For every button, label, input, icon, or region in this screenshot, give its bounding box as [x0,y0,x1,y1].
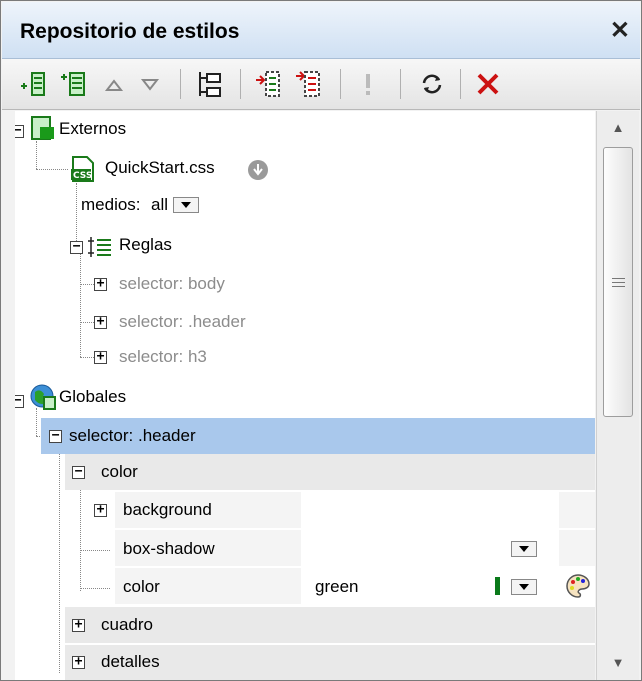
rules-icon [88,237,111,257]
insert-rule-icon[interactable] [292,68,324,100]
collapse-all-icon[interactable] [194,68,226,100]
scrollbar-thumb[interactable]: — — — [603,147,633,417]
tree-connector [36,169,68,170]
tree-connector [80,357,94,358]
color-property-label[interactable]: color [123,577,160,597]
detalles-group-label[interactable]: detalles [101,652,160,672]
color-group-label[interactable]: color [101,462,138,482]
globales-label[interactable]: Globales [59,387,126,407]
medios-label: medios: [81,195,141,214]
collapse-global-selector-toggle[interactable]: − [49,429,62,443]
property-action-cell [559,492,595,528]
tree-connector [80,588,110,589]
expand-selector-header-toggle[interactable]: + [94,315,107,329]
medios-value[interactable]: all [151,195,168,215]
tree-connector [80,485,81,591]
externos-label[interactable]: Externos [59,119,126,139]
expand-background-toggle[interactable]: + [94,503,107,517]
color-value-dropdown[interactable] [511,579,537,595]
css-file-icon: CSS [71,156,94,182]
toolbar-separator [240,69,241,99]
collapse-externos-toggle[interactable]: − [15,124,24,138]
tree-connector [36,408,37,436]
selector-h3-label[interactable]: selector: h3 [119,347,207,367]
reglas-label[interactable]: Reglas [119,235,172,255]
color-group-row[interactable] [65,454,595,490]
add-stylesheet-icon[interactable] [18,68,50,100]
panel-titlebar: Repositorio de estilos ✕ [2,2,640,59]
scroll-up-arrow-icon[interactable]: ▲ [597,115,639,141]
panel-title: Repositorio de estilos [20,20,240,43]
expand-selector-body-toggle[interactable]: + [94,277,107,291]
tree-connector [80,284,94,285]
tree-connector [76,183,77,245]
box-shadow-dropdown[interactable] [511,541,537,557]
close-icon[interactable]: ✕ [610,16,630,45]
color-picker-palette-icon[interactable] [565,573,591,599]
open-file-icon[interactable] [247,159,269,181]
tree-connector [80,253,81,357]
delete-icon[interactable] [472,68,504,100]
medios-dropdown[interactable] [173,197,199,213]
color-property-value[interactable]: green [315,577,358,597]
selector-header-label[interactable]: selector: .header [119,312,246,332]
tree-connector [80,322,94,323]
scroll-down-arrow-icon[interactable]: ▼ [597,650,639,676]
quickstart-css-label[interactable]: QuickStart.css [105,158,215,178]
collapse-color-group-toggle[interactable]: − [72,465,85,479]
toolbar-separator [400,69,401,99]
expand-cuadro-toggle[interactable]: + [72,618,85,632]
global-stylesheet-icon [30,384,56,410]
reload-icon[interactable] [416,68,448,100]
vertical-scrollbar[interactable]: ▲ — — — ▼ [596,111,639,680]
style-repository-panel: Repositorio de estilos ✕ Externos CSS Qu… [0,0,642,681]
tree-connector [80,550,110,551]
tree-connector [36,141,37,169]
external-stylesheet-icon [31,116,54,140]
important-icon[interactable] [352,68,384,100]
background-property-label[interactable]: background [123,500,212,520]
scrollbar-grip-icon: — — — [612,270,625,293]
toolbar-separator [340,69,341,99]
collapse-globales-toggle[interactable]: − [15,394,24,408]
expand-detalles-toggle[interactable]: + [72,655,85,669]
append-rule-icon[interactable] [252,68,284,100]
box-shadow-property-label[interactable]: box-shadow [123,539,215,559]
expand-selector-h3-toggle[interactable]: + [94,350,107,364]
move-down-icon[interactable] [134,68,166,100]
move-up-icon[interactable] [98,68,130,100]
svg-text:CSS: CSS [73,171,92,181]
cuadro-group-label[interactable]: cuadro [101,615,153,635]
toolbar-separator [460,69,461,99]
add-stylesheet-before-icon[interactable] [58,68,90,100]
global-selector-label[interactable]: selector: .header [69,426,196,446]
tree-connector [59,449,60,673]
selector-body-label[interactable]: selector: body [119,274,225,294]
color-swatch [495,577,500,595]
collapse-reglas-toggle[interactable]: − [70,240,83,254]
style-tree: − Externos CSS QuickStart.css medios: al… [15,111,595,680]
toolbar-separator [180,69,181,99]
toolbar [2,59,640,110]
property-action-cell [559,530,595,566]
